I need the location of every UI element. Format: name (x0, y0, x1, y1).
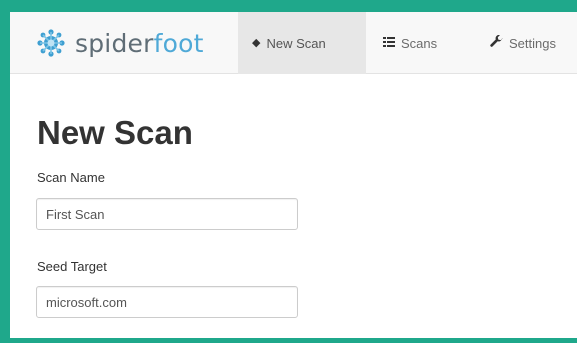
seed-target-label: Seed Target (37, 259, 107, 274)
brand-prefix: spider (75, 28, 154, 58)
nav-new-scan[interactable]: ◆ New Scan (238, 12, 366, 74)
nav-scans[interactable]: Scans (369, 12, 473, 74)
list-icon (383, 36, 395, 50)
top-navbar: spiderfoot ◆ New Scan Scans Settings (10, 12, 577, 74)
nav-settings-label: Settings (509, 35, 556, 51)
spiderfoot-logo-icon (37, 29, 65, 57)
page-title: New Scan (37, 114, 193, 151)
brand-link[interactable]: spiderfoot (36, 24, 204, 62)
app-frame: spiderfoot ◆ New Scan Scans Settings New… (0, 0, 577, 343)
seed-target-input[interactable] (36, 286, 298, 318)
wrench-icon (490, 34, 503, 51)
app-window: spiderfoot ◆ New Scan Scans Settings New… (10, 12, 577, 338)
nav-new-scan-label: New Scan (266, 35, 326, 51)
nav-scans-label: Scans (401, 35, 438, 51)
scan-name-input[interactable] (36, 198, 298, 230)
brand-suffix: foot (153, 28, 204, 58)
scan-name-label: Scan Name (37, 170, 105, 185)
diamond-icon: ◆ (252, 36, 261, 49)
brand-name: spiderfoot (75, 29, 204, 58)
nav-settings[interactable]: Settings (476, 12, 577, 74)
